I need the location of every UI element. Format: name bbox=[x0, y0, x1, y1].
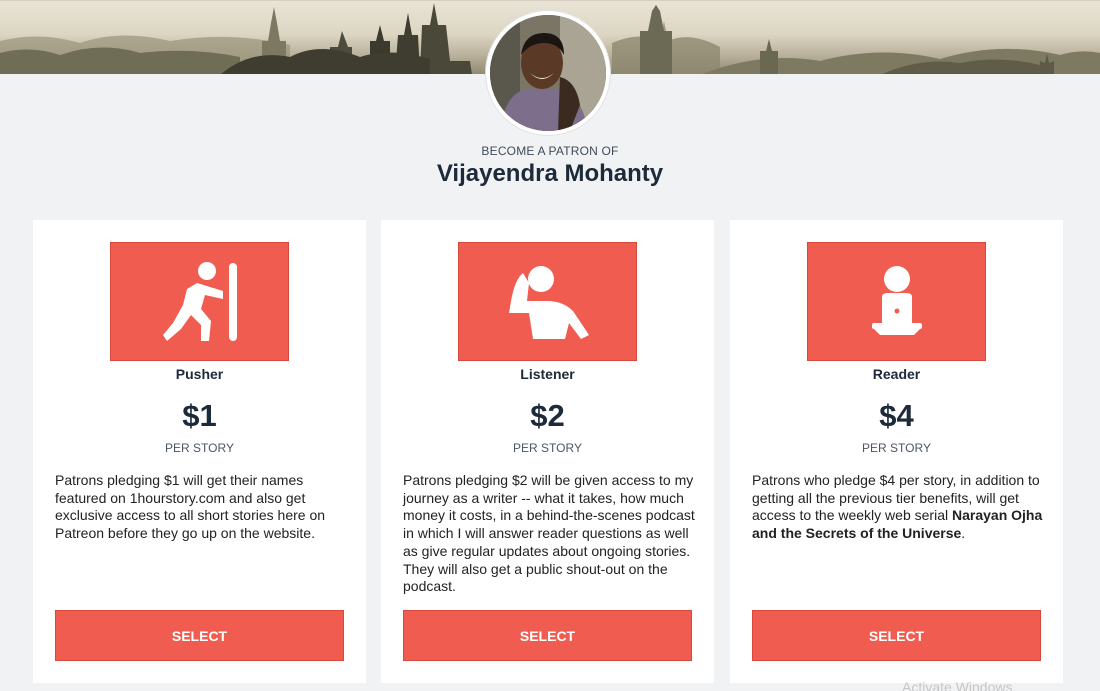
select-listener-button[interactable]: SELECT bbox=[403, 610, 692, 661]
tier-description: Patrons pledging $1 will get their names… bbox=[55, 472, 326, 542]
listening-figure-icon bbox=[458, 242, 637, 361]
creator-avatar bbox=[486, 11, 610, 135]
select-reader-button[interactable]: SELECT bbox=[752, 610, 1041, 661]
tier-price: $4 bbox=[879, 398, 914, 433]
tier-name: Pusher bbox=[175, 366, 224, 382]
tier-name: Reader bbox=[872, 366, 921, 382]
tier-price: $2 bbox=[530, 398, 565, 433]
tier-card-listener: Listener $2 PER STORY Patrons pledging $… bbox=[381, 220, 714, 683]
select-pusher-button[interactable]: SELECT bbox=[55, 610, 344, 661]
tier-price-unit: PER STORY bbox=[513, 441, 582, 455]
tier-price: $1 bbox=[182, 398, 217, 433]
tier-card-reader: Reader $4 PER STORY Patrons who pledge $… bbox=[730, 220, 1063, 683]
tier-price-unit: PER STORY bbox=[862, 441, 931, 455]
tier-price-unit: PER STORY bbox=[165, 441, 234, 455]
tier-description: Patrons pledging $2 will be given access… bbox=[403, 472, 695, 595]
tier-card-pusher: Pusher $1 PER STORY Patrons pledging $1 … bbox=[33, 220, 366, 683]
reader-laptop-icon bbox=[807, 242, 986, 361]
tier-description: Patrons who pledge $4 per story, in addi… bbox=[752, 472, 1044, 543]
tier-description-end: . bbox=[961, 525, 966, 542]
tier-name: Listener bbox=[520, 366, 575, 382]
pushing-figure-icon bbox=[110, 242, 289, 361]
activate-windows-watermark: Activate Windows bbox=[902, 679, 1013, 691]
become-patron-label: BECOME A PATRON OF bbox=[481, 144, 619, 158]
creator-name: Vijayendra Mohanty bbox=[436, 160, 664, 187]
